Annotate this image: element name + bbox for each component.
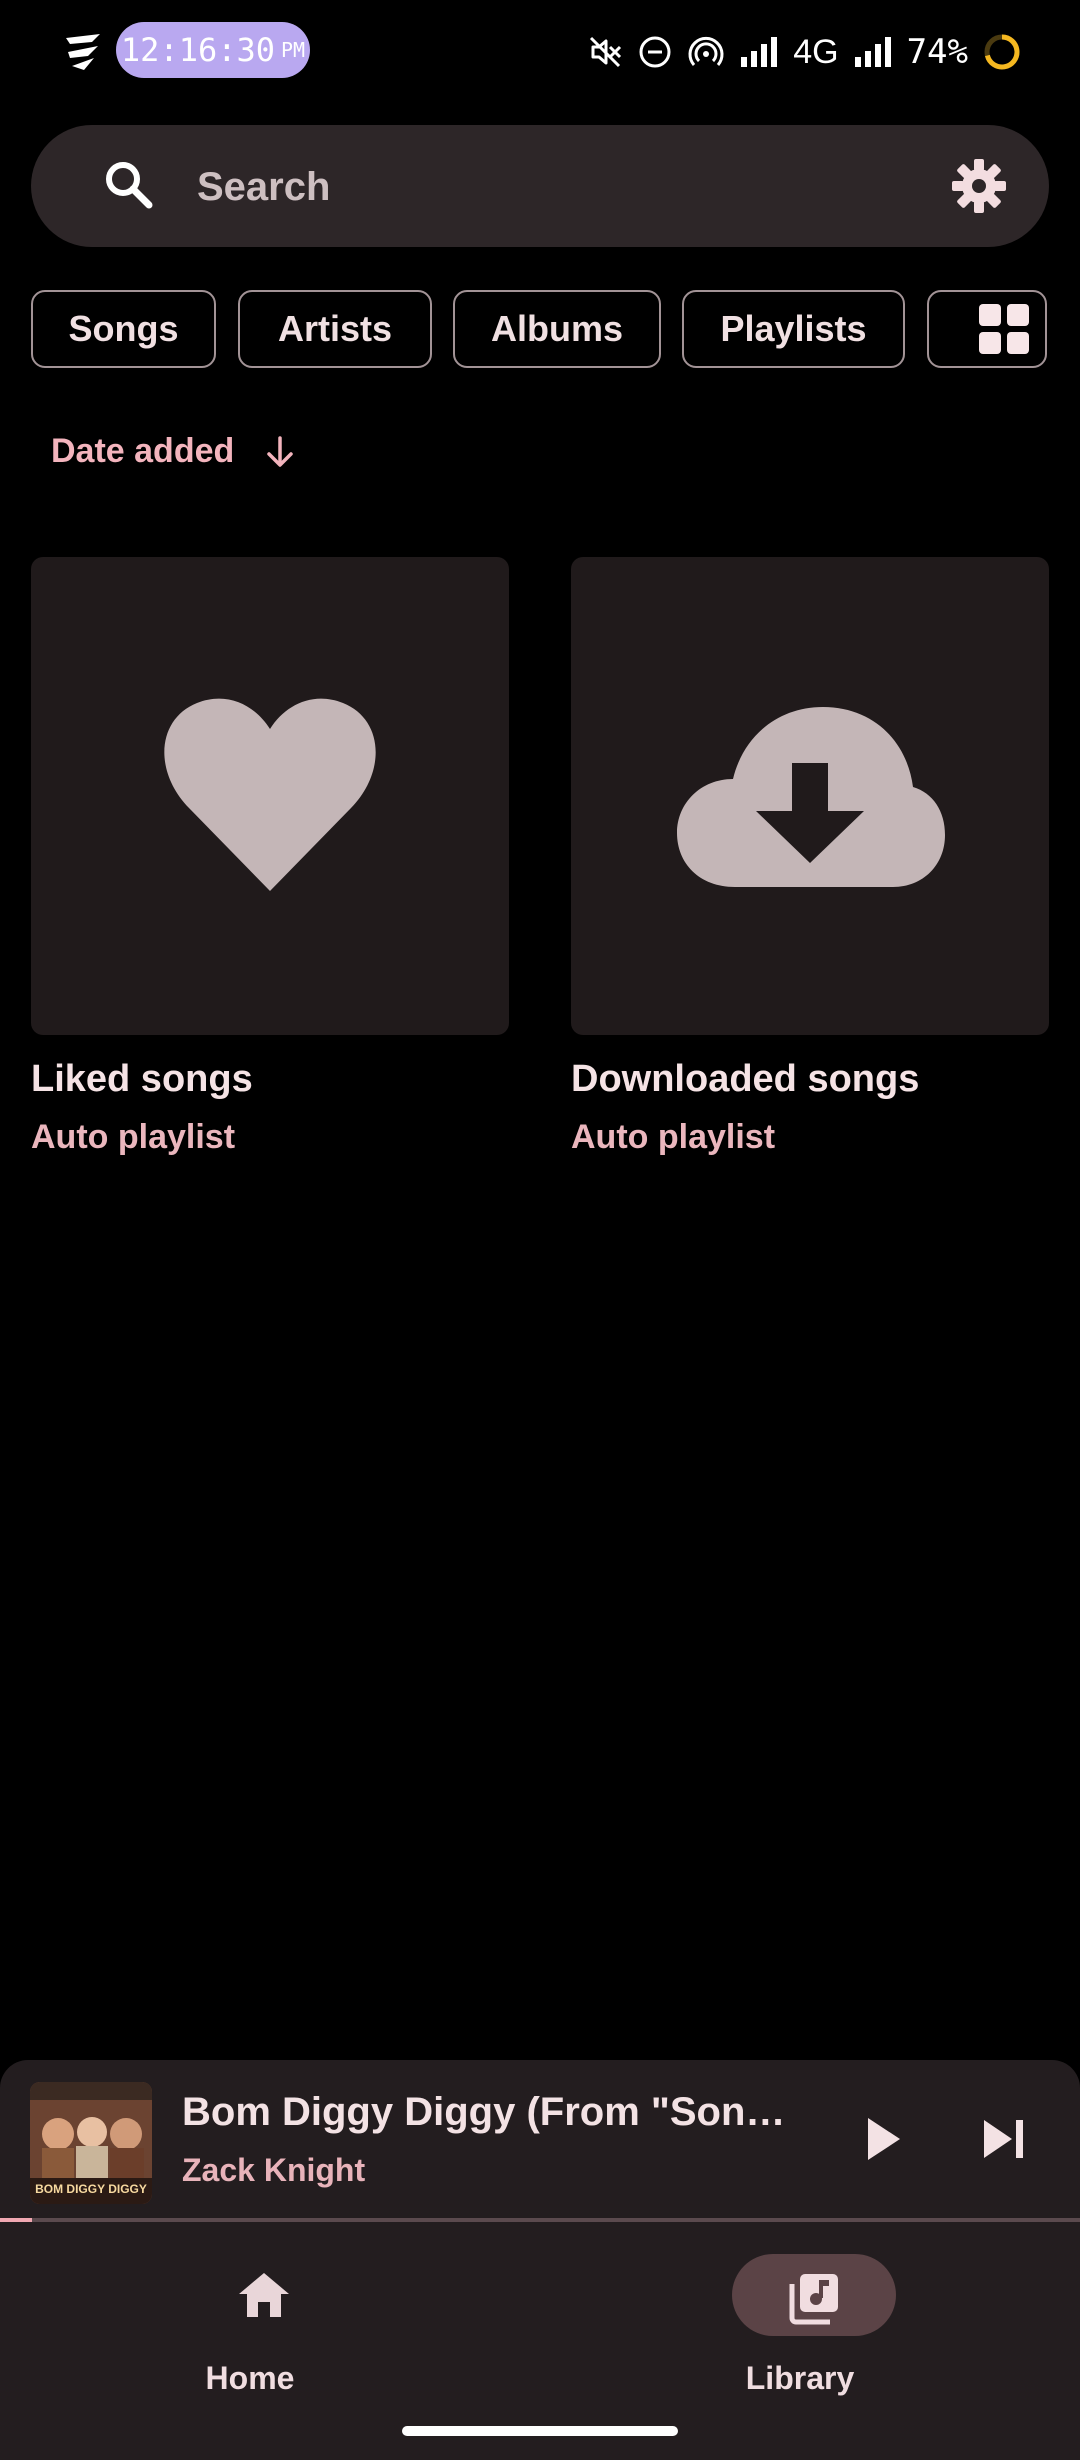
bottom-nav: Home Library — [0, 2222, 1080, 2460]
album-art-text: BOM DIGGY DIGGY — [35, 2182, 147, 2196]
status-bar: 12:16:30 PM 4G 74% — [0, 0, 1080, 100]
gesture-bar[interactable] — [402, 2426, 678, 2436]
sort-control[interactable]: Date added — [51, 432, 296, 471]
skip-next-icon[interactable] — [980, 2116, 1028, 2162]
cloud-download-icon — [677, 707, 945, 887]
liked-songs-tile[interactable] — [31, 557, 509, 1035]
battery-ring-icon — [984, 34, 1020, 70]
nav-library-label: Library — [745, 2360, 855, 2396]
signal-icon — [741, 37, 778, 67]
filter-chips: Songs Artists Albums Playlists — [31, 290, 1080, 372]
liked-songs-subtitle: Auto playlist — [31, 1118, 236, 1156]
mute-icon — [590, 36, 622, 68]
search-bar[interactable] — [31, 125, 1049, 247]
downloaded-songs-subtitle: Auto playlist — [571, 1118, 776, 1156]
play-icon[interactable] — [860, 2114, 904, 2164]
battery-percent: 74% — [906, 32, 968, 72]
nav-library[interactable]: Library — [650, 2236, 950, 2396]
hotspot-icon — [688, 36, 724, 66]
gear-icon[interactable] — [949, 156, 1009, 216]
library-music-icon — [789, 2274, 838, 2325]
signal-icon-2 — [854, 37, 891, 67]
clock: 12:16:30 PM — [116, 22, 310, 78]
sort-label: Date added — [51, 432, 235, 470]
search-input[interactable] — [195, 153, 899, 221]
dnd-icon — [639, 36, 671, 68]
grid-view-icon[interactable] — [977, 302, 1031, 356]
arrow-down-icon — [267, 435, 294, 467]
library-screen: 12:16:30 PM 4G 74% Search Songs Artists … — [0, 0, 1080, 2460]
app-logo-icon — [66, 34, 100, 70]
chip-songs[interactable]: Songs — [31, 290, 216, 368]
nav-home-label: Home — [205, 2360, 295, 2396]
chip-playlists[interactable]: Playlists — [682, 290, 905, 368]
album-art: BOM DIGGY DIGGY — [30, 2082, 152, 2204]
search-icon — [106, 162, 153, 209]
heart-icon — [164, 698, 376, 891]
chip-albums[interactable]: Albums — [453, 290, 661, 368]
clock-ampm: PM — [281, 38, 306, 62]
home-icon — [239, 2273, 289, 2317]
song-title: Bom Diggy Diggy (From "Sonu Ke Titu Ki S… — [182, 2090, 802, 2134]
song-artist: Zack Knight — [182, 2152, 366, 2188]
liked-songs-title: Liked songs — [31, 1058, 253, 1100]
clock-time: 12:16:30 — [120, 31, 276, 69]
nav-home[interactable]: Home — [100, 2236, 400, 2396]
mini-player[interactable]: BOM DIGGY DIGGY Bom Diggy Diggy (From "S… — [0, 2060, 1080, 2224]
downloaded-songs-tile[interactable] — [571, 557, 1049, 1035]
status-icons: 4G 74% — [587, 24, 1022, 80]
downloaded-songs-title: Downloaded songs — [571, 1058, 920, 1100]
chip-artists[interactable]: Artists — [238, 290, 432, 368]
network-type: 4G — [793, 32, 839, 71]
